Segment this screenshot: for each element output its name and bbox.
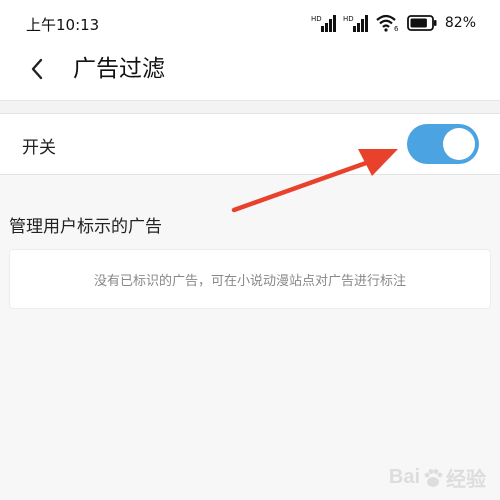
status-bar: 上午10:13 HD HD 6 82% — [0, 0, 500, 44]
chevron-left-icon[interactable] — [22, 54, 52, 84]
baidu-jingyan-watermark: Bai 经验 — [389, 463, 486, 492]
battery-percent: 82% — [444, 15, 476, 31]
signal-icon: HD — [343, 15, 368, 32]
page-title: 广告过滤 — [73, 56, 165, 82]
signal-icon: HD — [311, 15, 336, 32]
section-title: 管理用户标示的广告 — [9, 217, 162, 237]
page-header: 广告过滤 — [0, 44, 500, 100]
signal-2-label: HD — [343, 15, 354, 23]
wifi-label: 6 — [394, 25, 399, 32]
top-bar: 上午10:13 HD HD 6 82% 广告过滤 — [0, 0, 500, 100]
header-divider — [0, 100, 500, 113]
battery-icon — [406, 15, 437, 31]
toggle-knob — [443, 128, 475, 160]
ad-filter-toggle[interactable] — [407, 124, 479, 164]
status-icons: HD HD 6 82% — [311, 12, 476, 34]
switch-label: 开关 — [22, 138, 56, 158]
empty-message: 没有已标识的广告，可在小说动漫站点对广告进行标注 — [93, 273, 406, 289]
signal-1-label: HD — [311, 15, 322, 23]
marked-ads-empty-card: 没有已标识的广告，可在小说动漫站点对广告进行标注 — [9, 249, 491, 309]
ad-filter-switch-row: 开关 — [0, 113, 500, 175]
paw-icon — [424, 468, 443, 487]
wifi-icon: 6 — [376, 14, 399, 32]
watermark-text-right: 经验 — [446, 469, 486, 491]
watermark-text-left: Bai — [388, 466, 420, 488]
status-time: 上午10:13 — [26, 16, 100, 34]
